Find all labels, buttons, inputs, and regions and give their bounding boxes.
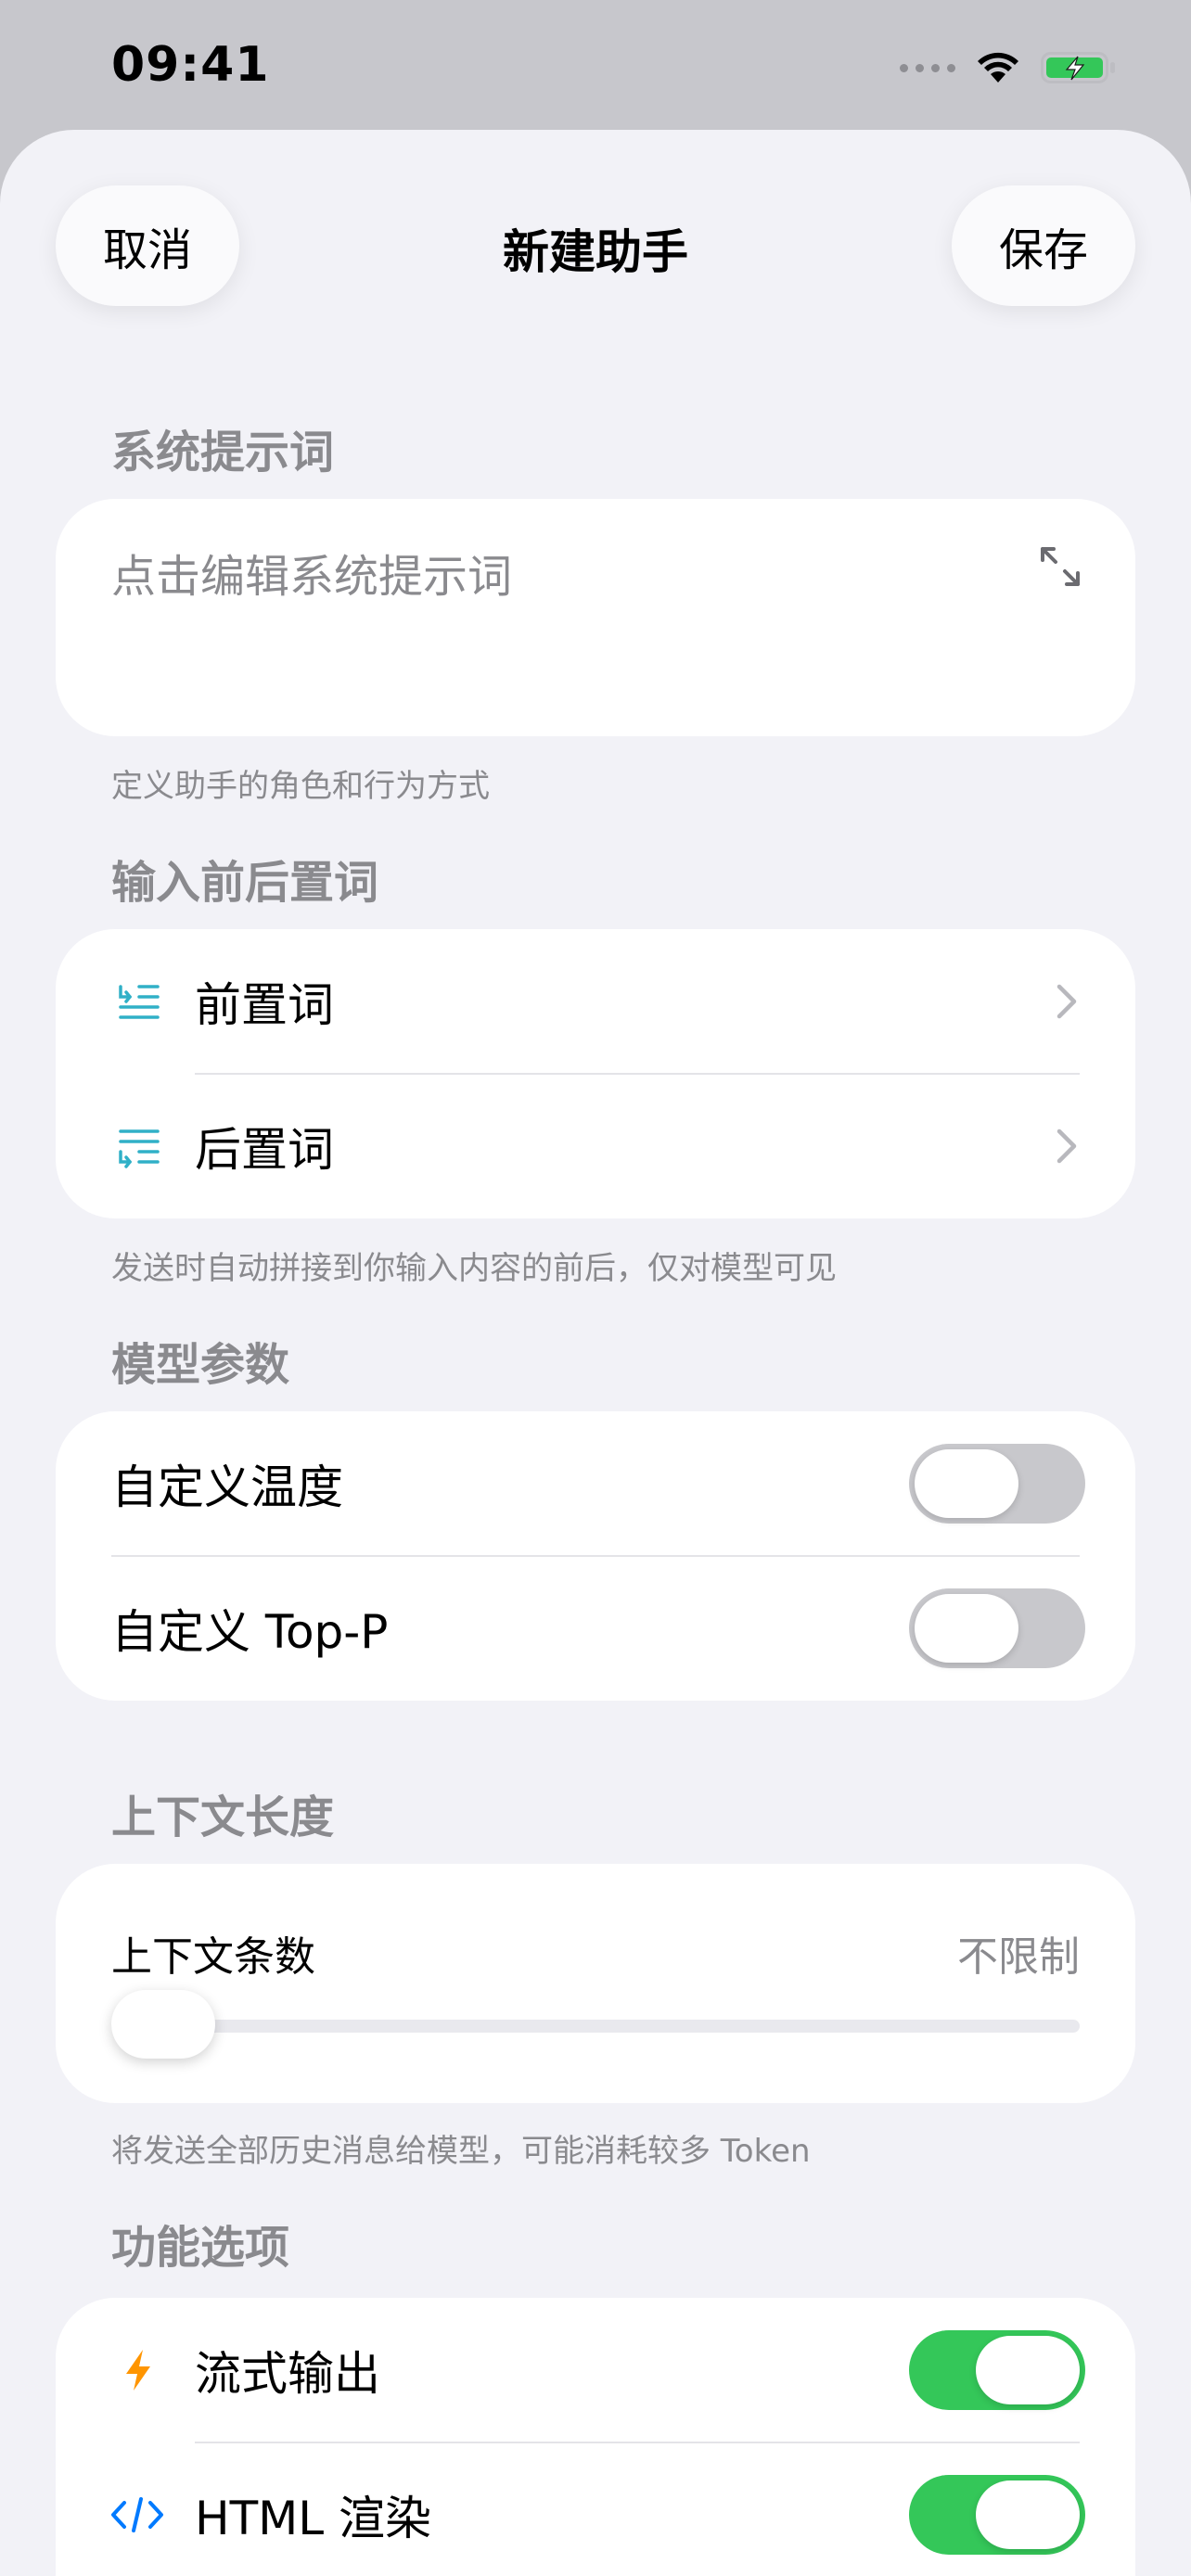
toggle-knob bbox=[976, 2336, 1080, 2404]
suffix-lines-icon bbox=[119, 1129, 160, 1168]
toggle-knob bbox=[915, 1594, 1018, 1663]
suffix-label: 后置词 bbox=[195, 1123, 334, 1177]
streaming-output-row: 流式输出 bbox=[56, 2298, 1135, 2442]
wifi-icon bbox=[978, 52, 1018, 83]
battery-charging-icon bbox=[1041, 52, 1115, 83]
custom-top-p-label: 自定义 Top-P bbox=[111, 1605, 389, 1659]
code-icon bbox=[111, 2497, 163, 2532]
toggle-knob bbox=[976, 2480, 1080, 2549]
features-card: 流式输出 HTML 渲染 bbox=[56, 2298, 1135, 2576]
status-bar: 09:41 bbox=[0, 0, 1191, 130]
model-params-card: 自定义温度 自定义 Top-P bbox=[56, 1411, 1135, 1701]
suffix-row[interactable]: 后置词 bbox=[56, 1074, 1135, 1218]
custom-temperature-label: 自定义温度 bbox=[111, 1460, 343, 1514]
prefix-lines-icon bbox=[119, 985, 160, 1019]
status-icons bbox=[900, 45, 1117, 91]
model-params-section-title: 模型参数 bbox=[111, 1339, 290, 1391]
context-slider-track[interactable] bbox=[111, 2020, 1080, 2033]
affixes-section-title: 输入前后置词 bbox=[111, 857, 379, 909]
html-render-row: HTML 渲染 bbox=[56, 2442, 1135, 2576]
streaming-output-label: 流式输出 bbox=[195, 2347, 380, 2401]
context-count-label: 上下文条数 bbox=[111, 1933, 315, 1981]
context-section-title: 上下文长度 bbox=[111, 1792, 335, 1843]
features-section-title: 功能选项 bbox=[111, 2222, 290, 2274]
custom-temperature-row: 自定义温度 bbox=[56, 1411, 1135, 1556]
status-time: 09:41 bbox=[111, 37, 270, 93]
save-button[interactable]: 保存 bbox=[952, 185, 1135, 306]
system-prompt-card[interactable]: 点击编辑系统提示词 bbox=[56, 499, 1135, 736]
bolt-icon bbox=[126, 2350, 150, 2391]
affixes-footnote: 发送时自动拼接到你输入内容的前后，仅对模型可见 bbox=[111, 1250, 837, 1287]
prefix-label: 前置词 bbox=[195, 978, 334, 1032]
html-render-label: HTML 渲染 bbox=[195, 2492, 432, 2545]
chevron-right-icon bbox=[1057, 1129, 1077, 1164]
toggle-knob bbox=[915, 1449, 1018, 1518]
custom-top-p-row: 自定义 Top-P bbox=[56, 1556, 1135, 1701]
expand-icon[interactable] bbox=[1037, 543, 1083, 590]
system-prompt-section-title: 系统提示词 bbox=[111, 427, 335, 478]
context-card: 上下文条数 不限制 bbox=[56, 1864, 1135, 2103]
cellular-signal-icon bbox=[900, 63, 955, 72]
system-prompt-footnote: 定义助手的角色和行为方式 bbox=[111, 768, 490, 805]
context-slider-thumb[interactable] bbox=[111, 1990, 215, 2059]
streaming-output-toggle[interactable] bbox=[909, 2330, 1085, 2410]
system-prompt-placeholder[interactable]: 点击编辑系统提示词 bbox=[111, 540, 512, 605]
affixes-card: 前置词 后置词 bbox=[56, 929, 1135, 1218]
prefix-row[interactable]: 前置词 bbox=[56, 929, 1135, 1074]
chevron-right-icon bbox=[1057, 984, 1077, 1019]
custom-top-p-toggle[interactable] bbox=[909, 1588, 1085, 1668]
html-render-toggle[interactable] bbox=[909, 2475, 1085, 2555]
context-footnote: 将发送全部历史消息给模型，可能消耗较多 Token bbox=[111, 2133, 811, 2170]
context-count-value: 不限制 bbox=[957, 1933, 1080, 1981]
new-assistant-sheet: 取消 新建助手 保存 系统提示词 点击编辑系统提示词 定义助手的角色和行为方式 … bbox=[0, 130, 1191, 2576]
custom-temperature-toggle[interactable] bbox=[909, 1444, 1085, 1524]
